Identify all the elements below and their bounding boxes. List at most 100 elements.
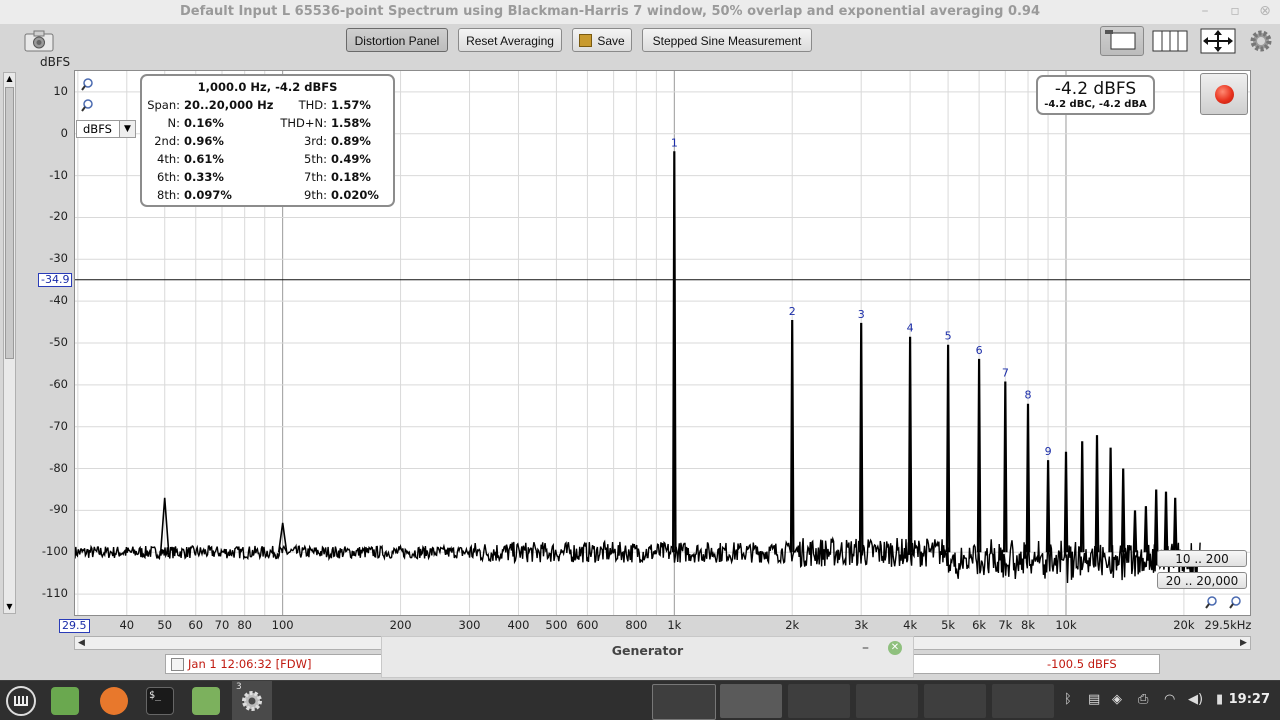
x-tick-label: 800 <box>625 618 648 632</box>
overlay-view-icon[interactable] <box>1100 26 1144 56</box>
x-tick-label: 6k <box>972 618 987 632</box>
spectrum-peak <box>1079 441 1085 553</box>
distortion-key: 9th: <box>304 188 327 202</box>
y-tick-label: 0 <box>60 125 68 140</box>
wifi-icon[interactable]: ◠ <box>1164 692 1175 707</box>
record-button[interactable] <box>1200 73 1248 115</box>
close-icon[interactable]: ⊗ <box>1256 2 1274 20</box>
rew-app-launcher[interactable]: 3 <box>232 681 272 720</box>
distortion-row: 2nd: 0.96% 3rd: 0.89% <box>142 134 393 152</box>
spectrum-noise-trace <box>74 536 1201 584</box>
graph-grid-icon[interactable] <box>1152 28 1188 54</box>
volume-icon[interactable]: ◀) <box>1188 692 1203 707</box>
bluetooth-icon[interactable]: ᛒ <box>1064 692 1072 707</box>
harmonic-marker-label: 8 <box>1025 389 1032 402</box>
distortion-key: 3rd: <box>303 134 327 148</box>
workspace-5[interactable] <box>924 684 986 718</box>
generator-window[interactable]: Generator – ✕ <box>381 636 914 678</box>
generator-minimize-icon[interactable]: – <box>862 640 869 656</box>
printer-icon[interactable]: ⎙ <box>1138 692 1148 707</box>
y-tick-label: -90 <box>49 502 68 517</box>
scroll-down-icon[interactable]: ▼ <box>4 601 15 613</box>
distortion-panel: 1,000.0 Hz, -4.2 dBFS Span: 20..20,000 Hz… <box>140 74 395 207</box>
maximize-icon[interactable]: ▫ <box>1226 2 1244 20</box>
generator-close-icon[interactable]: ✕ <box>888 641 902 655</box>
distortion-panel-button[interactable]: Distortion Panel <box>346 28 448 52</box>
firefox-icon[interactable] <box>100 687 128 715</box>
zoom-in-icon[interactable] <box>80 76 94 91</box>
x-tick-label: 50 <box>157 618 173 632</box>
settings-gear-icon[interactable] <box>1248 28 1274 54</box>
workspace-6[interactable] <box>992 684 1054 718</box>
record-icon <box>1215 85 1234 104</box>
y-tick-label: -80 <box>49 460 68 475</box>
x-tick-label: 29.5kHz <box>1204 618 1252 632</box>
scroll-up-icon[interactable]: ▲ <box>4 73 15 85</box>
x-zoom-out-icon[interactable] <box>1204 594 1218 609</box>
spectrum-peak <box>1063 451 1069 553</box>
y-axis-unit: dBFS <box>40 55 71 69</box>
window-titlebar: Default Input L 65536-point Spectrum usi… <box>0 0 1280 25</box>
reset-averaging-button[interactable]: Reset Averaging <box>458 28 562 52</box>
distortion-value: 0.16% <box>184 116 224 130</box>
workspace-2[interactable] <box>720 684 782 718</box>
chevron-down-icon[interactable]: ▼ <box>119 121 135 137</box>
workspace-1[interactable] <box>652 684 716 720</box>
vertical-scrollbar[interactable]: ▲ ▼ <box>3 72 16 614</box>
y-tick-label: -100 <box>41 544 68 559</box>
minimize-icon[interactable]: – <box>1196 2 1214 20</box>
snapshot-camera-icon[interactable] <box>24 30 54 52</box>
distortion-row: 8th: 0.097% 9th: 0.020% <box>142 188 393 206</box>
workspace-3[interactable] <box>788 684 850 718</box>
mint-menu-icon[interactable] <box>6 686 36 716</box>
harmonic-marker-label: 5 <box>945 330 952 343</box>
generator-title: Generator <box>611 643 684 658</box>
scroll-right-icon[interactable]: ▶ <box>1237 637 1250 649</box>
x-tick-label: 8k <box>1021 618 1036 632</box>
unit-select[interactable]: dBFS ▼ <box>76 120 136 138</box>
distortion-value: 0.61% <box>184 152 224 166</box>
y-range-button[interactable]: 10 .. 200 <box>1157 550 1247 567</box>
y-tick-label: -70 <box>49 418 68 433</box>
x-tick-label: 4k <box>903 618 918 632</box>
zoom-out-icon[interactable] <box>80 97 94 112</box>
y-tick-label: -110 <box>41 586 68 601</box>
scroll-left-icon[interactable]: ◀ <box>75 637 88 649</box>
save-button[interactable]: Save <box>572 28 632 52</box>
workspace-4[interactable] <box>856 684 918 718</box>
distortion-key: 6th: <box>157 170 180 184</box>
distortion-row: 6th: 0.33% 7th: 0.18% <box>142 170 393 188</box>
x-range-button[interactable]: 20 .. 20,000 <box>1157 572 1247 589</box>
level-main: -4.2 dBFS <box>1054 79 1137 99</box>
toolbar: Distortion Panel Reset Averaging Save St… <box>0 24 1280 62</box>
spectrum-peak <box>1132 510 1138 553</box>
level-sub: -4.2 dBC, -4.2 dBA <box>1044 99 1147 110</box>
harmonic-marker-label: 2 <box>789 305 796 318</box>
x-zoom-in-icon[interactable] <box>1228 594 1242 609</box>
battery-icon[interactable]: ▮ <box>1216 692 1223 707</box>
vertical-scroll-thumb[interactable] <box>5 87 14 359</box>
clipboard-icon[interactable]: ▤ <box>1088 692 1100 707</box>
distortion-key: THD: <box>298 98 327 112</box>
x-tick-label: 40 <box>119 618 135 632</box>
taskbar: $_ 3 ᛒ ▤ ◈ ⎙ ◠ ◀) ▮ 19:27 <box>0 680 1280 720</box>
x-tick-label: 80 <box>237 618 253 632</box>
distortion-value: 0.097% <box>184 188 232 202</box>
rew-gear-icon <box>242 691 262 711</box>
clock[interactable]: 19:27 <box>1229 692 1270 707</box>
shield-icon[interactable]: ◈ <box>1112 692 1122 707</box>
pan-zoom-arrows-icon[interactable] <box>1200 28 1236 54</box>
distortion-value: 0.89% <box>331 134 371 148</box>
distortion-key: 7th: <box>304 170 327 184</box>
x-tick-label: 600 <box>576 618 599 632</box>
status-level: -100.5 dBFS <box>1047 657 1117 671</box>
terminal-icon[interactable]: $_ <box>146 687 174 715</box>
y-tick-label: -50 <box>49 335 68 349</box>
spectrum-peak <box>907 336 913 553</box>
stepped-sine-button[interactable]: Stepped Sine Measurement <box>642 28 812 52</box>
status-checkbox[interactable] <box>171 658 184 671</box>
files-icon[interactable] <box>192 687 220 715</box>
cursor-level-tag[interactable]: -34.9 <box>38 272 73 287</box>
x-min-tag[interactable]: 29.5 <box>59 619 90 633</box>
show-desktop-icon[interactable] <box>51 687 79 715</box>
